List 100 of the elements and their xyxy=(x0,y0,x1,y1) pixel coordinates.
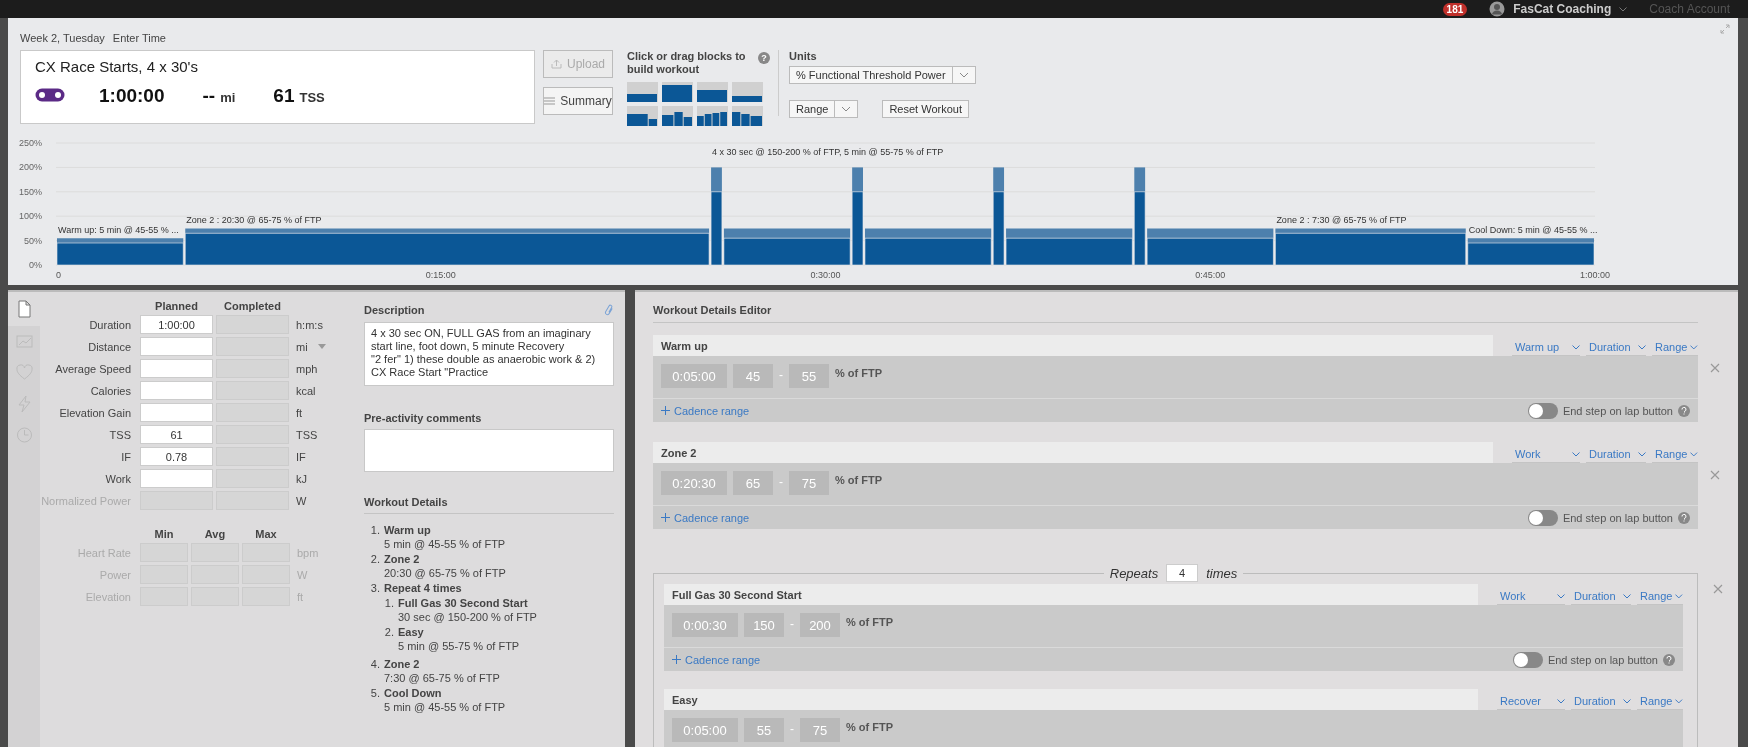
interval-area[interactable] xyxy=(864,228,992,266)
workout-block[interactable] xyxy=(627,106,658,126)
line-chart-icon[interactable] xyxy=(15,332,33,351)
workout-block[interactable] xyxy=(697,82,728,102)
high-field[interactable]: 55 xyxy=(789,364,829,388)
times-label: times xyxy=(1206,565,1238,581)
workout-block[interactable] xyxy=(662,106,693,126)
workout-title: CX Race Starts, 4 x 30's xyxy=(35,58,199,75)
unit-label: h:m:s xyxy=(296,318,323,331)
planned-field[interactable] xyxy=(140,469,213,488)
interval-area[interactable] xyxy=(56,238,184,266)
low-field[interactable]: 150 xyxy=(744,613,784,637)
planned-field[interactable] xyxy=(140,381,213,400)
step-detail: 5 min @ 45-55 % of FTP xyxy=(384,701,506,713)
lap-toggle[interactable] xyxy=(1527,509,1558,526)
interval-area[interactable] xyxy=(1134,167,1146,266)
unit-label: kcal xyxy=(296,384,316,397)
palette-title: Click or drag blocks to build workout xyxy=(627,50,747,76)
heart-icon[interactable] xyxy=(15,363,33,382)
high-field[interactable]: 75 xyxy=(800,718,840,742)
comments-field[interactable] xyxy=(364,429,614,472)
unit-label: % of FTP xyxy=(835,474,883,486)
planned-field[interactable]: 0.78 xyxy=(140,447,213,466)
low-field[interactable]: 55 xyxy=(744,718,784,742)
low-field[interactable]: 65 xyxy=(733,471,773,495)
field-label: Calories xyxy=(89,384,132,397)
interval-area[interactable] xyxy=(1467,238,1595,266)
planned-field[interactable]: 1:00:00 xyxy=(140,315,213,334)
duration-field[interactable]: 0:20:30 xyxy=(661,471,727,495)
units-label: Units xyxy=(789,50,818,62)
duration-field[interactable]: 0:00:30 xyxy=(672,613,738,637)
duration-field[interactable]: 0:05:00 xyxy=(661,364,727,388)
units-select[interactable]: % Functional Threshold Power xyxy=(789,66,976,84)
plus-icon xyxy=(661,513,670,522)
interval-area[interactable] xyxy=(1146,228,1274,266)
caret-icon xyxy=(1675,698,1683,704)
lap-toggle[interactable] xyxy=(1527,402,1558,419)
description-field[interactable]: 4 x 30 sec ON, FULL GAS from an imaginary start line, foot down, 5 minute Recovery "2 fer" 1) these double as anaerobic work & 2) CX Race Start "Practice xyxy=(364,322,614,386)
step-name: Warm up xyxy=(653,335,1493,356)
interval-area[interactable] xyxy=(723,228,851,266)
high-field[interactable]: 200 xyxy=(800,613,840,637)
workout-block[interactable] xyxy=(697,106,728,126)
cadence-link[interactable]: Cadence range xyxy=(661,404,750,417)
clock-icon[interactable] xyxy=(15,425,33,444)
planned-field[interactable] xyxy=(140,359,213,378)
help-icon[interactable] xyxy=(1678,404,1690,417)
high-field[interactable]: 75 xyxy=(789,471,829,495)
field-label: Elevation Gain xyxy=(58,406,132,419)
user-menu[interactable]: FasCat Coaching xyxy=(1513,2,1612,16)
low-field[interactable]: 45 xyxy=(733,364,773,388)
step-detail: 5 min @ 45-55 % of FTP xyxy=(384,538,506,550)
account-link[interactable]: Coach Account xyxy=(1649,2,1730,16)
interval-area[interactable] xyxy=(851,167,864,266)
close-icon[interactable] xyxy=(1710,470,1720,480)
workout-block[interactable] xyxy=(732,106,763,126)
paperclip-icon[interactable] xyxy=(604,304,614,317)
list-number: 2. xyxy=(370,553,380,567)
cadence-link[interactable]: Cadence range xyxy=(661,511,750,524)
interval-area[interactable] xyxy=(992,167,1005,266)
enter-time-link[interactable]: Enter Time xyxy=(112,32,166,44)
cadence-link[interactable]: Cadence range xyxy=(672,653,761,666)
axis-label: 0% xyxy=(29,260,42,270)
interval-area[interactable] xyxy=(1005,228,1133,266)
workout-block[interactable] xyxy=(662,82,693,102)
help-icon[interactable] xyxy=(1678,511,1690,524)
field-label: Average Speed xyxy=(54,362,132,375)
range-select[interactable]: Range xyxy=(789,100,859,118)
axis-label: 200% xyxy=(18,162,42,173)
close-icon[interactable] xyxy=(1713,584,1723,594)
plus-icon xyxy=(661,406,670,415)
summary-button[interactable]: Summary xyxy=(543,87,613,115)
workout-block[interactable] xyxy=(732,82,763,102)
interval-area[interactable] xyxy=(710,167,723,266)
unit-label: ft xyxy=(296,406,303,419)
interval-area[interactable] xyxy=(1275,228,1467,266)
expand-icon[interactable] xyxy=(1720,24,1730,34)
duration-field[interactable]: 0:05:00 xyxy=(672,718,738,742)
step-title: Zone 2 xyxy=(384,553,421,565)
workout-block[interactable] xyxy=(627,82,658,102)
planned-field[interactable]: 61 xyxy=(140,425,213,444)
help-icon[interactable]: ? xyxy=(758,52,770,64)
interval-label: Warm up: 5 min @ 45-55 % ... xyxy=(58,225,179,236)
list-number: 1. xyxy=(370,524,380,538)
field-label: IF xyxy=(120,450,132,463)
close-icon[interactable] xyxy=(1710,363,1720,373)
lap-toggle[interactable] xyxy=(1512,651,1543,668)
unit-label: mph xyxy=(296,362,318,375)
interval-area[interactable] xyxy=(184,228,710,266)
repeat-count-field[interactable]: 4 xyxy=(1166,564,1199,582)
planned-field[interactable] xyxy=(140,337,213,356)
avatar-icon[interactable] xyxy=(1489,1,1506,17)
planned-field[interactable] xyxy=(140,403,213,422)
reset-workout-button[interactable]: Reset Workout xyxy=(882,100,969,118)
list-icon xyxy=(544,97,556,105)
upload-icon xyxy=(551,59,562,69)
dropdown-icon[interactable] xyxy=(317,344,326,349)
notification-badge[interactable]: 181 xyxy=(1442,2,1468,16)
document-icon[interactable] xyxy=(15,300,33,318)
unit-label: mi xyxy=(296,340,308,353)
help-icon[interactable] xyxy=(1663,653,1675,666)
